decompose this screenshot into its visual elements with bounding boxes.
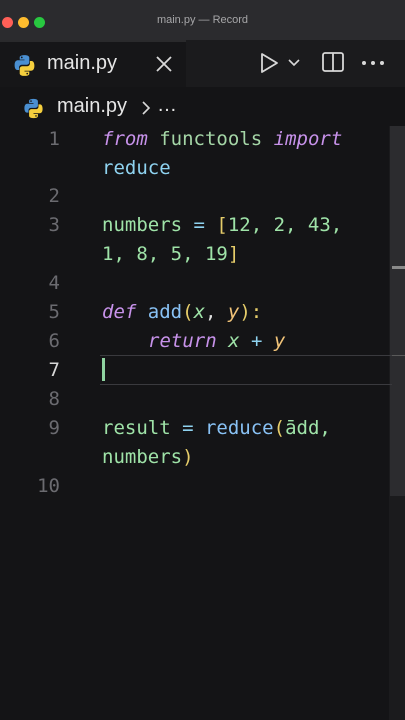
chevron-down-icon[interactable] xyxy=(287,57,301,69)
code-token: = xyxy=(182,214,217,236)
code-token: reduce xyxy=(102,157,171,179)
code-token: 1, 8, 5, 19 xyxy=(102,243,228,265)
tab-main-py[interactable]: main.py xyxy=(0,40,186,87)
code-line: result = reduce(ādd, xyxy=(102,417,331,439)
code-token: reduce xyxy=(204,417,274,439)
code-editor[interactable]: 1 2 3 4 5 6 7 8 9 10 from functools impo… xyxy=(0,126,405,720)
code-token: ( xyxy=(182,301,194,323)
code-token: ) xyxy=(182,446,194,468)
line-number: 1 xyxy=(48,128,60,150)
line-number: 3 xyxy=(48,214,60,236)
chevron-right-icon xyxy=(142,101,151,115)
code-line: numbers = [12, 2, 43, xyxy=(102,214,342,236)
code-token: add xyxy=(147,301,183,323)
text-cursor xyxy=(102,358,105,381)
code-line: def add(x, y): xyxy=(102,301,262,323)
breadcrumb: main.py … xyxy=(0,90,405,126)
code-token: import xyxy=(273,128,343,150)
code-token: functools xyxy=(159,128,263,150)
code-token: ] xyxy=(227,243,240,265)
code-line: from functools import xyxy=(102,128,342,150)
code-token: + xyxy=(239,330,274,352)
code-line: return x + y xyxy=(148,330,285,352)
current-line-highlight xyxy=(100,355,392,385)
window-titlebar: main.py — Record xyxy=(0,0,405,40)
code-line: 1, 8, 5, 19] xyxy=(102,243,239,265)
code-token: y xyxy=(273,330,286,352)
code-token: ( xyxy=(273,417,286,439)
line-number: 9 xyxy=(48,417,60,439)
code-line: numbers) xyxy=(102,446,194,468)
code-line: reduce xyxy=(102,157,171,179)
code-token: ādd, xyxy=(285,417,331,439)
line-number: 5 xyxy=(48,301,60,323)
breadcrumb-file[interactable]: main.py xyxy=(57,95,127,118)
scrollbar-thumb[interactable] xyxy=(390,126,405,496)
code-token: numbers xyxy=(102,446,183,468)
play-icon[interactable] xyxy=(258,52,280,74)
tab-label: main.py xyxy=(47,52,118,74)
line-number: 7 xyxy=(48,359,60,381)
code-token: y xyxy=(227,301,240,323)
python-icon xyxy=(14,55,35,76)
code-token: from xyxy=(102,128,148,150)
code-token: x xyxy=(228,330,240,352)
code-token: , xyxy=(205,301,228,323)
code-token: = xyxy=(170,417,205,439)
code-token: x xyxy=(193,301,206,323)
code-token: ): xyxy=(239,301,263,323)
line-number: 6 xyxy=(48,330,60,352)
line-number: 2 xyxy=(48,185,60,207)
line-number: 4 xyxy=(48,272,60,294)
code-token: [ xyxy=(216,214,228,236)
overview-ruler-mark xyxy=(392,355,405,356)
close-icon[interactable] xyxy=(154,54,174,74)
ellipsis-icon[interactable] xyxy=(361,60,385,66)
window-title: main.py — Record xyxy=(156,14,249,26)
code-token: def xyxy=(102,301,137,323)
split-editor-icon[interactable] xyxy=(321,51,345,73)
python-icon xyxy=(24,98,43,119)
code-token: return xyxy=(148,330,217,352)
overview-ruler-mark xyxy=(392,266,405,269)
line-number: 8 xyxy=(48,388,60,410)
breadcrumb-more[interactable]: … xyxy=(157,94,177,117)
code-token: numbers xyxy=(102,214,183,236)
code-token: 12, 2, 43, xyxy=(227,214,343,236)
code-token: result xyxy=(102,417,171,439)
line-number: 10 xyxy=(37,475,60,497)
